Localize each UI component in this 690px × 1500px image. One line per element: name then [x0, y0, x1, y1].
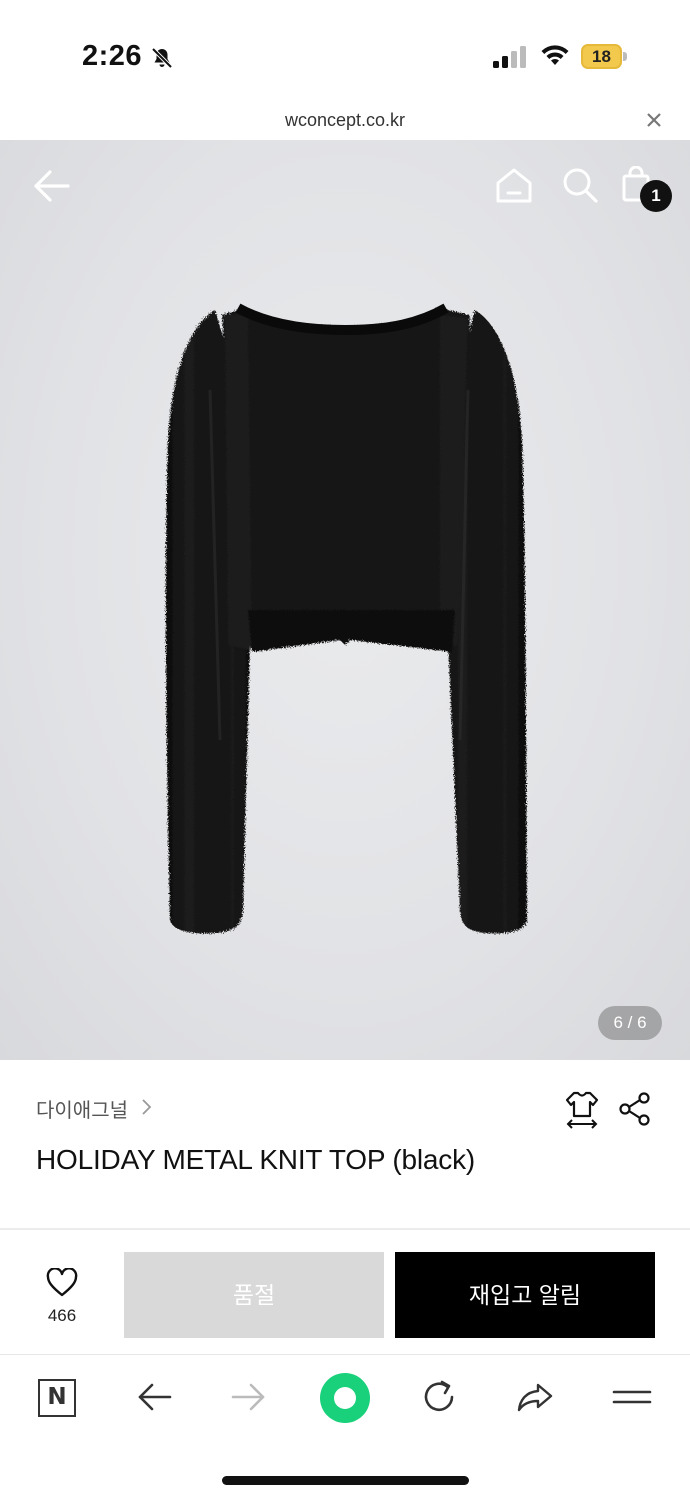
- wishlist-button[interactable]: 466: [26, 1254, 98, 1334]
- product-info: 다이애그널 HOLIDAY METAL KNIT TOP (black): [0, 1060, 690, 1230]
- browser-toolbar: N: [0, 1355, 690, 1500]
- url-text[interactable]: wconcept.co.kr: [0, 110, 690, 131]
- heart-icon[interactable]: [46, 1268, 78, 1298]
- wifi-icon: [541, 45, 569, 65]
- product-title: HOLIDAY METAL KNIT TOP (black): [36, 1144, 476, 1175]
- page-indicator: 6 / 6: [598, 1006, 662, 1040]
- battery-icon: 18: [581, 44, 627, 69]
- status-bar: 2:26 18: [0, 0, 690, 100]
- battery-level: 18: [592, 47, 611, 66]
- close-icon[interactable]: [644, 110, 664, 130]
- share-icon[interactable]: [618, 1092, 652, 1126]
- bell-slash-icon: [151, 47, 173, 69]
- menu-icon[interactable]: [612, 1377, 652, 1417]
- forward-icon[interactable]: [229, 1377, 269, 1417]
- signal-icon: [493, 46, 526, 68]
- reload-icon[interactable]: [420, 1377, 460, 1417]
- purchase-action-bar: 466 품절 재입고 알림: [0, 1230, 690, 1355]
- restock-alert-button[interactable]: 재입고 알림: [395, 1252, 655, 1338]
- brand-link[interactable]: 다이애그널: [36, 1094, 128, 1123]
- product-image-gallery[interactable]: 1 6 / 6: [0, 140, 690, 1060]
- size-guide-icon[interactable]: [565, 1090, 599, 1130]
- url-bar[interactable]: wconcept.co.kr: [0, 100, 690, 140]
- home-indicator: [222, 1476, 469, 1485]
- soldout-button[interactable]: 품절: [124, 1252, 384, 1338]
- wish-count: 466: [47, 1306, 77, 1325]
- share-arrow-icon[interactable]: [515, 1377, 555, 1417]
- naver-n-icon[interactable]: N: [38, 1379, 76, 1417]
- back-icon[interactable]: [134, 1377, 174, 1417]
- home-icon[interactable]: [494, 166, 534, 204]
- cart-count-badge: 1: [640, 180, 672, 212]
- search-icon[interactable]: [561, 166, 599, 204]
- status-time: 2:26: [82, 40, 143, 72]
- product-image: [165, 303, 527, 934]
- green-dot-icon[interactable]: [320, 1373, 370, 1423]
- chevron-right-icon[interactable]: [140, 1098, 152, 1116]
- back-arrow-icon[interactable]: [32, 168, 72, 204]
